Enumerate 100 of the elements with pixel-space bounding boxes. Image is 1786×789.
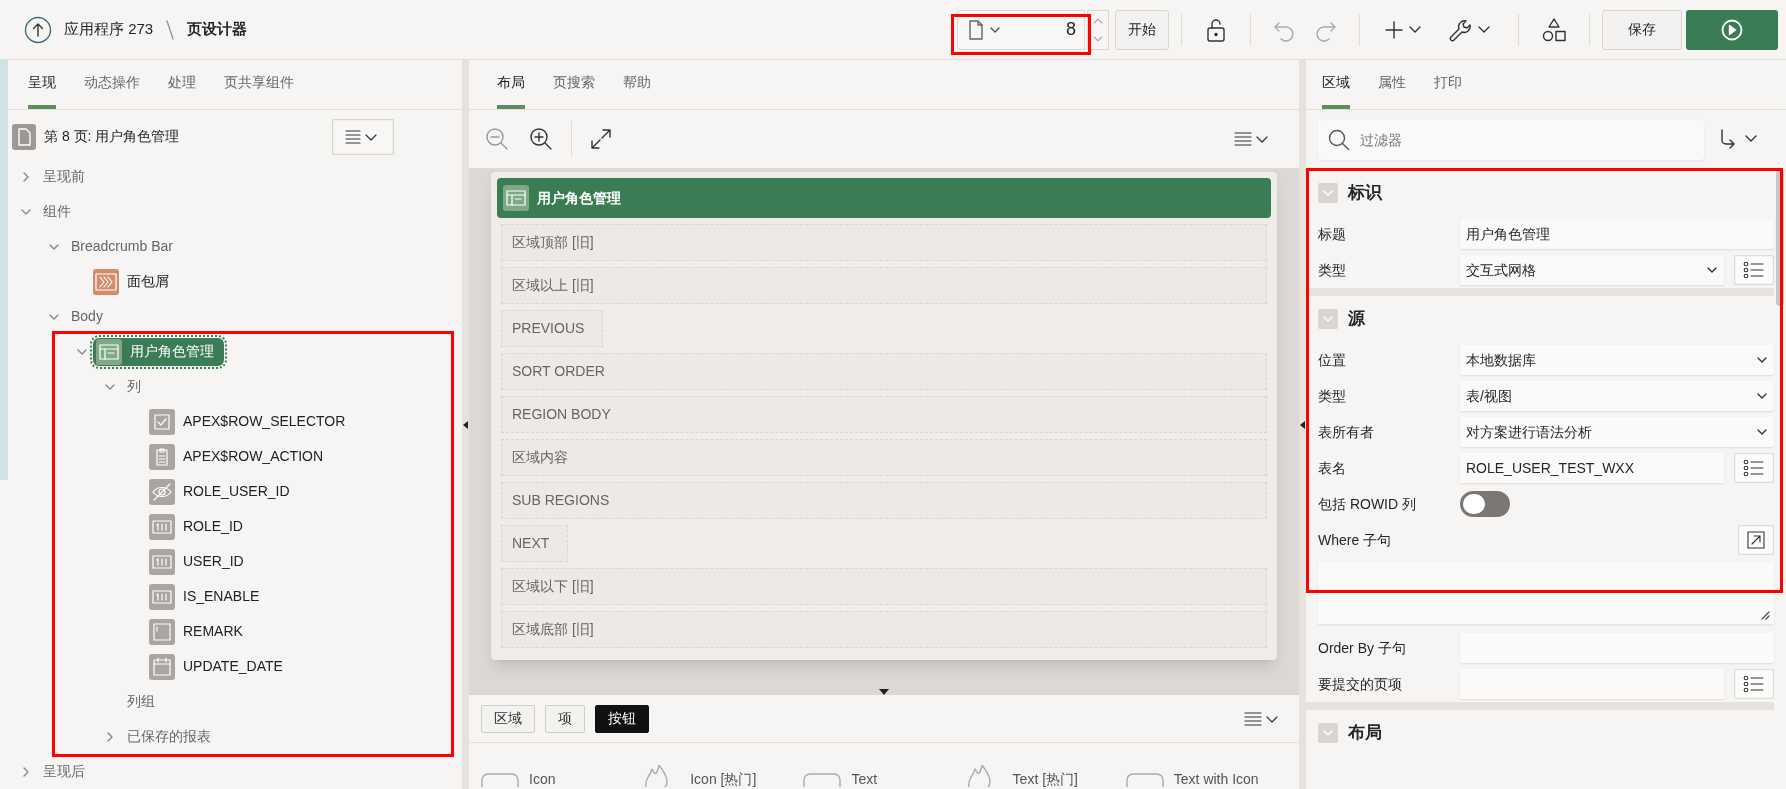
breadcrumb-separator-icon	[165, 18, 176, 41]
play-icon	[1721, 18, 1743, 41]
text-field[interactable]: ROLE_USER_TEST_WXX	[1460, 453, 1724, 483]
page-icon	[12, 123, 36, 150]
tab[interactable]: 处理	[168, 72, 196, 109]
button-icon[interactable]	[1125, 773, 1164, 787]
property-label: 类型	[1318, 386, 1347, 406]
tree-node[interactable]: APEX$ROW_ACTION	[183, 446, 324, 467]
property-label: 位置	[1318, 350, 1347, 370]
tree-node[interactable]: USER_ID	[183, 551, 244, 572]
page-icon	[968, 19, 984, 40]
page-number-field[interactable]: 8	[957, 9, 1085, 50]
drop-zone[interactable]: REGION BODY	[501, 396, 1267, 433]
checkbox-column-icon	[149, 408, 175, 435]
tree-node[interactable]: IS_ENABLE	[183, 586, 260, 607]
gallery-tab[interactable]: 区域	[481, 704, 535, 733]
code-editor-field[interactable]	[1318, 562, 1774, 624]
property-label: 包括 ROWID 列	[1318, 494, 1417, 514]
tree-node[interactable]: Breadcrumb Bar	[71, 236, 173, 257]
tab[interactable]: 帮助	[623, 72, 651, 109]
tree-node[interactable]: 呈现前	[43, 166, 85, 187]
drop-zone[interactable]: PREVIOUS	[501, 310, 604, 347]
button-icon[interactable]	[481, 773, 519, 787]
tree-node[interactable]: 面包屑	[127, 271, 169, 292]
tree-node[interactable]: 列组	[127, 691, 155, 712]
property-label: Order By 子句	[1318, 638, 1407, 658]
select-field[interactable]: 本地数据库	[1460, 345, 1774, 375]
text-field[interactable]	[1460, 669, 1724, 699]
hidden-column-icon	[149, 478, 175, 505]
tab[interactable]: 布局	[497, 72, 525, 109]
start-button[interactable]: 开始	[1115, 9, 1169, 50]
button-icon[interactable]	[803, 773, 842, 787]
select-field[interactable]: 对方案进行语法分析	[1460, 417, 1774, 447]
tree-node[interactable]: ROLE_USER_ID	[183, 481, 290, 502]
tab[interactable]: 呈现	[28, 72, 56, 109]
gallery-item[interactable]: Text with Icon	[1173, 771, 1259, 787]
breadcrumb-link[interactable]: 应用程序 273	[64, 18, 154, 41]
drop-zone[interactable]: SORT ORDER	[501, 353, 1267, 390]
run-button[interactable]	[1686, 9, 1778, 50]
text-field[interactable]: 用户角色管理	[1460, 219, 1774, 249]
list-icon[interactable]	[1734, 453, 1774, 483]
tab[interactable]: 属性	[1378, 72, 1406, 109]
tree-node[interactable]: Body	[71, 306, 103, 327]
drop-zone[interactable]: 区域底部 [旧]	[501, 611, 1267, 648]
list-icon[interactable]	[1734, 255, 1774, 285]
region-header[interactable]: 用户角色管理	[497, 178, 1271, 218]
property-label: 类型	[1318, 260, 1347, 280]
select-field[interactable]: 交互式网格	[1460, 255, 1724, 285]
tree-node[interactable]: 呈现后	[43, 761, 85, 782]
drop-zone[interactable]: 区域内容	[501, 439, 1267, 476]
gallery-item[interactable]: Text	[851, 771, 878, 787]
tab[interactable]: 页共享组件	[224, 72, 294, 109]
navigate-up-icon[interactable]	[24, 15, 52, 44]
region-title: 用户角色管理	[537, 188, 621, 208]
region-icon	[503, 185, 529, 211]
tab[interactable]: 动态操作	[84, 72, 140, 109]
property-label: 表所有者	[1318, 422, 1375, 442]
drop-zone[interactable]: 区域以上 [旧]	[501, 267, 1267, 304]
drop-zone[interactable]: NEXT	[501, 525, 569, 562]
page-heading: 第 8 页: 用户角色管理	[44, 127, 181, 146]
gallery-tab[interactable]: 按钮	[595, 704, 649, 733]
gallery-item[interactable]: Icon [热门]	[690, 771, 757, 787]
zoom-in-icon[interactable]	[529, 127, 553, 151]
tab[interactable]: 页搜索	[553, 72, 595, 109]
shapes-icon[interactable]	[1541, 16, 1567, 43]
text-field[interactable]	[1460, 633, 1774, 663]
tree-node[interactable]: 列	[127, 376, 141, 397]
resize-handle-icon[interactable]	[879, 689, 889, 695]
breadcrumb-icon	[93, 268, 119, 295]
select-field[interactable]: 表/视图	[1460, 381, 1774, 411]
menu-icon[interactable]	[332, 118, 394, 155]
property-label: 表名	[1318, 458, 1347, 478]
tree-node[interactable]: 已保存的报表	[127, 726, 211, 747]
gallery-item[interactable]: Text [热门]	[1012, 771, 1078, 787]
gallery-item[interactable]: Icon	[529, 771, 556, 787]
tree-node[interactable]: APEX$ROW_SELECTOR	[183, 411, 346, 432]
tab[interactable]: 打印	[1434, 72, 1462, 109]
scrollbar-thumb[interactable]	[1776, 170, 1784, 306]
unlock-icon[interactable]	[1204, 16, 1228, 43]
tree-node[interactable]: 组件	[43, 201, 71, 222]
drop-zone[interactable]: 区域顶部 [旧]	[501, 224, 1267, 261]
tree-node[interactable]: 用户角色管理	[93, 337, 224, 366]
drop-zone[interactable]: 区域以下 [旧]	[501, 568, 1267, 605]
save-button[interactable]: 保存	[1602, 9, 1682, 50]
gallery-tab[interactable]: 项	[545, 704, 585, 733]
spinner-icon[interactable]	[1087, 9, 1109, 50]
tab[interactable]: 区域	[1322, 72, 1350, 109]
zoom-out-icon[interactable]	[485, 127, 509, 151]
resize-grip-icon	[1760, 610, 1770, 620]
filter-field[interactable]: 过滤器	[1318, 120, 1704, 160]
calendar-column-icon	[149, 653, 175, 680]
toggle-switch[interactable]	[1460, 491, 1510, 517]
tree-node[interactable]: ROLE_ID	[183, 516, 243, 537]
expand-icon[interactable]	[590, 128, 612, 150]
list-icon[interactable]	[1734, 669, 1774, 699]
open-editor-icon[interactable]	[1738, 525, 1774, 555]
tree-node[interactable]: UPDATE_DATE	[183, 656, 283, 677]
drop-zone[interactable]: SUB REGIONS	[501, 482, 1267, 519]
clipboard-column-icon	[149, 443, 175, 470]
tree-node[interactable]: REMARK	[183, 621, 243, 642]
